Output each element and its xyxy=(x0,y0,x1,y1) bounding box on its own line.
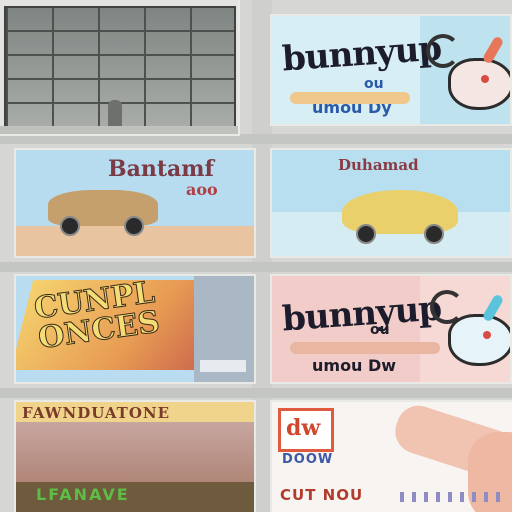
car-ad-headline: Duhamad xyxy=(338,156,419,174)
hand-caption: CUT NOU xyxy=(280,486,364,504)
underline-stroke xyxy=(290,342,440,354)
comic-billboard: CUNPL ONCES xyxy=(16,276,254,382)
comic-tag xyxy=(200,360,246,372)
car-wheel xyxy=(124,216,144,236)
window-sill xyxy=(0,126,238,134)
wall-stripe xyxy=(252,0,272,512)
bunny-billboard-top: bunnyup ou umou Dy xyxy=(272,16,510,124)
slogan: umou Dw xyxy=(312,356,397,375)
car-billboard-left: Bantamf aoo xyxy=(16,150,254,256)
wall-ledge xyxy=(0,262,512,272)
brand-subline: ou xyxy=(364,76,384,92)
hand-code: DOOW xyxy=(282,452,334,467)
street-billboard: FAWNDUATONE LFANAVE xyxy=(16,402,254,512)
street-scene xyxy=(16,422,254,482)
car-wheel xyxy=(60,216,80,236)
street-banner: FAWNDUATONE xyxy=(16,402,254,422)
car-wheel xyxy=(424,224,444,244)
hand-logo: dw xyxy=(278,408,334,452)
bunny-mascot xyxy=(448,314,510,366)
car-ad-headline: Bantamf xyxy=(108,156,215,182)
color-dots xyxy=(400,492,500,502)
mascot-eye xyxy=(481,75,489,83)
car-billboard-right: Duhamad xyxy=(272,150,510,256)
underline-stroke xyxy=(290,92,410,104)
brand-wordmark: bunnyup xyxy=(280,288,443,340)
car-wheel xyxy=(356,224,376,244)
mascot-eye xyxy=(483,331,491,339)
bunny-billboard-pink: bunnyup ou umou Dw xyxy=(272,276,510,382)
swirl-icon xyxy=(426,34,460,68)
street-footer: LFANAVE xyxy=(36,485,130,504)
brand-wordmark: bunnyup xyxy=(280,28,443,80)
building-window-photo xyxy=(0,0,238,134)
car-ad-sub: aoo xyxy=(186,180,218,199)
wall-ledge xyxy=(0,388,512,398)
brand-subline: ou xyxy=(370,322,390,338)
hand-billboard: dw DOOW CUT NOU xyxy=(272,402,512,512)
wall-ledge xyxy=(0,134,512,144)
bunny-mascot xyxy=(448,58,510,110)
hand-logo-text: dw xyxy=(286,415,321,441)
street-title: FAWNDUATONE xyxy=(22,404,171,422)
